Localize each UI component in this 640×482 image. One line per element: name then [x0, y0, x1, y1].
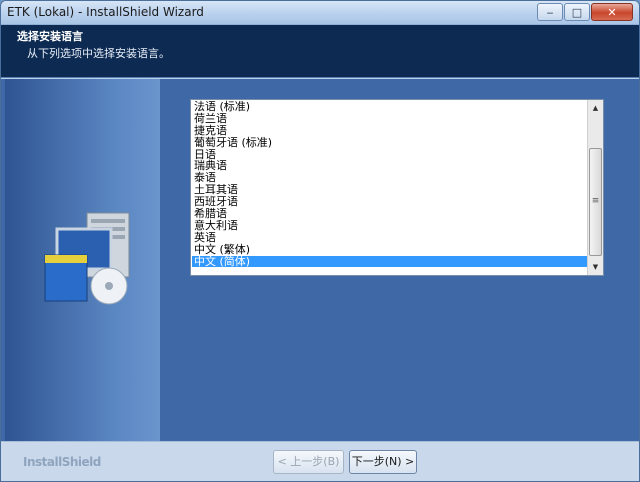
list-item[interactable]: 法语 (标准)	[192, 101, 588, 113]
back-button[interactable]: < 上一步(B)	[273, 450, 344, 474]
wizard-header: 选择安装语言 从下列选项中选择安装语言。	[1, 25, 639, 78]
installshield-logo: InstallShield	[23, 455, 101, 469]
side-banner	[5, 79, 160, 441]
list-item[interactable]: 捷克语	[192, 124, 588, 137]
wizard-footer: InstallShield < 上一步(B) 下一步(N) >	[1, 441, 639, 481]
list-item[interactable]: 中文 (繁体)	[192, 243, 588, 256]
list-item[interactable]: 葡萄牙语 (标准)	[192, 136, 588, 149]
list-item[interactable]: 日语	[192, 148, 588, 161]
language-listbox[interactable]: 法语 (标准) 荷兰语 捷克语 葡萄牙语 (标准) 日语 瑞典语 泰语 土耳其语…	[190, 99, 604, 276]
maximize-button[interactable]: □	[564, 3, 590, 21]
list-item[interactable]: 泰语	[192, 172, 588, 184]
vertical-scrollbar[interactable]: ▲ ≡ ▼	[587, 100, 603, 275]
window-controls: ‒ □ ✕	[536, 3, 633, 21]
computer-setup-icon	[44, 212, 130, 305]
list-item[interactable]: 瑞典语	[192, 160, 588, 172]
installshield-wizard-window: ETK (Lokal) - InstallShield Wizard ‒ □ ✕…	[0, 0, 640, 482]
scrollbar-thumb[interactable]: ≡	[589, 148, 602, 256]
page-subtitle: 从下列选项中选择安装语言。	[27, 47, 170, 60]
title-bar[interactable]: ETK (Lokal) - InstallShield Wizard ‒ □ ✕	[1, 1, 639, 25]
scroll-up-arrow-icon[interactable]: ▲	[589, 101, 602, 115]
wizard-body: 法语 (标准) 荷兰语 捷克语 葡萄牙语 (标准) 日语 瑞典语 泰语 土耳其语…	[1, 79, 639, 441]
scroll-down-arrow-icon[interactable]: ▼	[589, 260, 602, 274]
list-item-selected[interactable]: 中文 (简体)	[192, 255, 588, 268]
page-title: 选择安装语言	[17, 30, 83, 43]
next-button[interactable]: 下一步(N) >	[349, 450, 417, 474]
list-item[interactable]: 希腊语	[192, 208, 588, 220]
list-item[interactable]: 意大利语	[192, 219, 588, 232]
list-item[interactable]: 西班牙语	[192, 196, 588, 208]
list-item[interactable]: 荷兰语	[192, 112, 588, 125]
list-item[interactable]: 英语	[192, 231, 588, 244]
minimize-button[interactable]: ‒	[537, 3, 563, 21]
window-title: ETK (Lokal) - InstallShield Wizard	[7, 5, 204, 19]
close-button[interactable]: ✕	[591, 3, 633, 21]
language-items: 法语 (标准) 荷兰语 捷克语 葡萄牙语 (标准) 日语 瑞典语 泰语 土耳其语…	[192, 101, 588, 268]
list-item[interactable]: 土耳其语	[192, 184, 588, 196]
